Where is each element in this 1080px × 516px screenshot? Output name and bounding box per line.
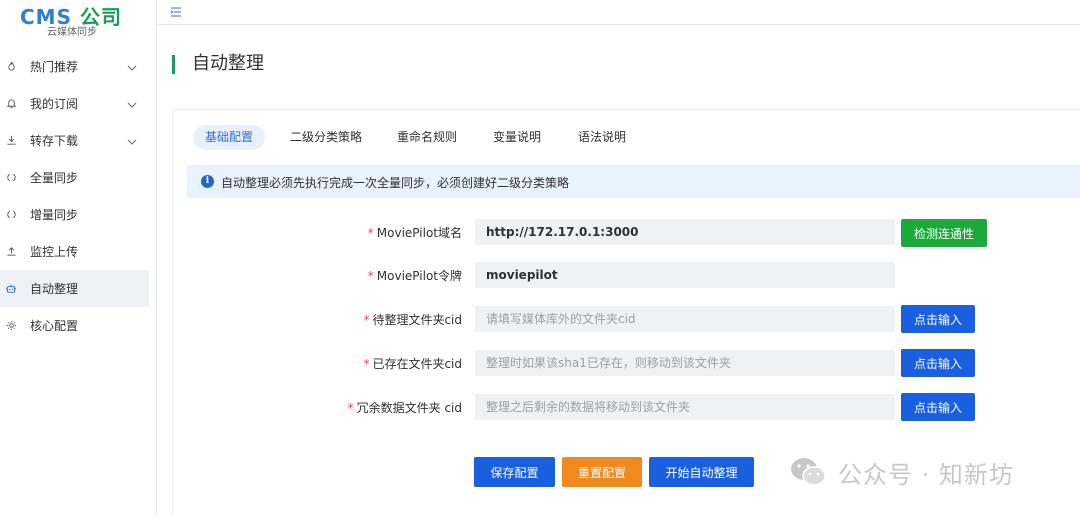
sidebar-item-incremental-sync[interactable]: 增量同步 — [0, 196, 149, 233]
sidebar-menu: 热门推荐 我的订阅 转存下载 全量同步 增量同步 监控上传 自动整理 核心配置 — [0, 48, 157, 344]
logo-subtitle: 云媒体同步 — [47, 27, 97, 38]
alert-text: 自动整理必须先执行完成一次全量同步，必须创建好二级分类策略 — [221, 176, 570, 190]
form-row-moviepilot-domain: *MoviePilot域名 检测连通性 — [173, 219, 1080, 247]
moviepilot-token-input[interactable] — [475, 262, 895, 288]
field-label-text: 冗余数据文件夹 cid — [356, 401, 462, 415]
fire-icon — [5, 61, 17, 73]
pending-folder-cid-input[interactable] — [475, 306, 895, 332]
redundant-folder-input-button[interactable]: 点击输入 — [901, 393, 975, 421]
sync-icon — [5, 172, 17, 184]
sidebar-item-monitor-upload[interactable]: 监控上传 — [0, 233, 149, 270]
pending-folder-input-button[interactable]: 点击输入 — [901, 305, 975, 333]
redundant-folder-cid-input[interactable] — [475, 394, 895, 420]
form-row-moviepilot-token: * MoviePilot令牌 — [173, 262, 1080, 288]
menu-collapse-icon[interactable] — [170, 3, 182, 17]
required-mark: * — [347, 401, 354, 415]
watermark-text: 公众号 · 知新坊 — [838, 460, 1014, 489]
form-row-pending-folder-cid: *待整理文件夹cid 点击输入 — [173, 305, 1080, 333]
sidebar: CMS 公司 云媒体同步 热门推荐 我的订阅 转存下载 全量同步 增量同步 监控… — [0, 0, 157, 516]
gear-icon — [5, 320, 17, 332]
save-config-button[interactable]: 保存配置 — [474, 457, 555, 487]
sidebar-item-label: 全量同步 — [30, 171, 79, 185]
chevron-down-icon — [127, 136, 137, 146]
tab-rename-rules[interactable]: 重命名规则 — [397, 125, 457, 150]
required-mark: * — [363, 357, 370, 371]
upload-icon — [5, 246, 17, 258]
robot-icon — [5, 283, 17, 295]
field-label: * MoviePilot令牌 — [368, 267, 462, 284]
field-label-text: MoviePilot域名 — [376, 226, 462, 240]
wechat-icon — [791, 458, 826, 486]
required-mark: * — [367, 269, 374, 283]
sidebar-item-label: 转存下载 — [30, 134, 79, 148]
test-connectivity-button[interactable]: 检测连通性 — [901, 219, 987, 247]
field-label-text: 已存在文件夹cid — [372, 357, 462, 371]
info-alert: i 自动整理必须先执行完成一次全量同步，必须创建好二级分类策略 — [187, 165, 1080, 198]
info-icon: i — [201, 175, 214, 188]
field-label-text: 待整理文件夹cid — [372, 313, 462, 327]
field-label: * 待整理文件夹cid — [363, 311, 462, 328]
field-label: * 冗余数据文件夹 cid — [348, 399, 462, 416]
page-title: 自动整理 — [192, 53, 264, 74]
app-logo[interactable]: CMS 公司 云媒体同步 — [0, 0, 157, 44]
tab-syntax[interactable]: 语法说明 — [578, 125, 626, 150]
top-bar — [158, 0, 1080, 25]
sidebar-item-full-sync[interactable]: 全量同步 — [0, 159, 149, 196]
reset-config-button[interactable]: 重置配置 — [562, 457, 642, 487]
sidebar-item-label: 自动整理 — [30, 282, 79, 296]
existing-folder-input-button[interactable]: 点击输入 — [901, 349, 975, 377]
field-label: * 已存在文件夹cid — [363, 355, 462, 372]
watermark: 公众号 · 知新坊 — [788, 455, 1014, 489]
sync-icon — [5, 209, 17, 221]
form-row-existing-folder-cid: *已存在文件夹cid 点击输入 — [173, 349, 1080, 377]
start-auto-organize-button[interactable]: 开始自动整理 — [649, 457, 754, 487]
tab-variables[interactable]: 变量说明 — [493, 125, 541, 150]
existing-folder-cid-input[interactable] — [475, 350, 895, 376]
chevron-down-icon — [127, 62, 137, 72]
sidebar-item-label: 监控上传 — [30, 245, 79, 259]
sidebar-item-label: 热门推荐 — [30, 60, 79, 74]
bell-icon — [5, 98, 17, 110]
required-mark: * — [363, 313, 370, 327]
tab-secondary-category[interactable]: 二级分类策略 — [290, 125, 362, 150]
required-mark: * — [367, 226, 374, 240]
download-icon — [5, 135, 17, 147]
sidebar-item-core-config[interactable]: 核心配置 — [0, 307, 149, 344]
moviepilot-domain-input[interactable] — [475, 219, 895, 245]
title-accent-bar — [172, 55, 175, 74]
sidebar-item-label: 增量同步 — [30, 208, 79, 222]
sidebar-item-download[interactable]: 转存下载 — [0, 122, 149, 159]
sidebar-item-subscriptions[interactable]: 我的订阅 — [0, 85, 149, 122]
field-label-text: MoviePilot令牌 — [376, 269, 462, 283]
sidebar-item-label: 我的订阅 — [30, 97, 79, 111]
chevron-down-icon — [127, 99, 137, 109]
sidebar-item-hot[interactable]: 热门推荐 — [0, 48, 149, 85]
form-row-redundant-folder-cid: *冗余数据文件夹 cid 点击输入 — [173, 393, 1080, 421]
field-label: * MoviePilot域名 — [368, 224, 462, 241]
tab-basic-config[interactable]: 基础配置 — [193, 125, 266, 150]
sidebar-item-label: 核心配置 — [30, 319, 79, 333]
sidebar-item-auto-organize[interactable]: 自动整理 — [0, 270, 149, 307]
